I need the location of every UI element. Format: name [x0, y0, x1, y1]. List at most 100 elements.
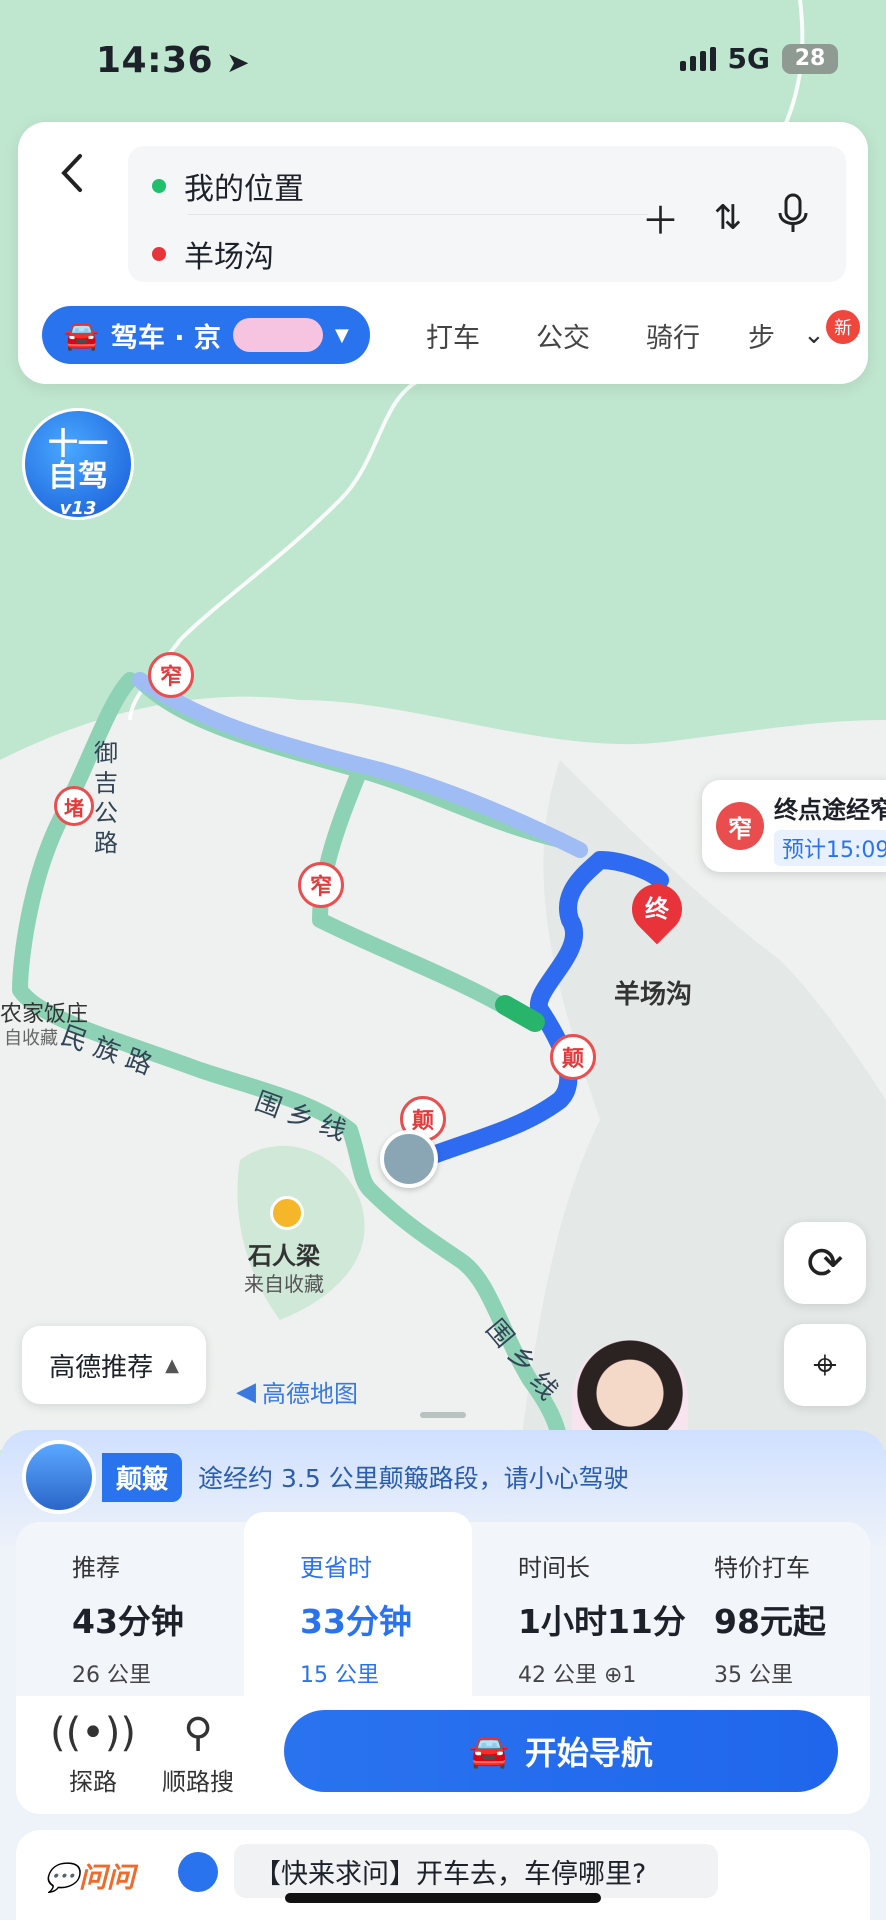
- narrow-road-pin[interactable]: 窄: [148, 652, 194, 698]
- origin-dot-icon: [152, 179, 166, 193]
- add-waypoint-button[interactable]: ＋: [641, 190, 679, 245]
- ask-question[interactable]: 【快来求问】开车去，车停哪里?: [234, 1844, 718, 1898]
- poi-restaurant-sub: 自收藏: [4, 1028, 58, 1049]
- destination-pin[interactable]: 终: [621, 873, 693, 945]
- location-arrow-icon: ➤: [226, 46, 251, 79]
- narrow-road-icon: 窄: [716, 802, 764, 850]
- route-duration: 33分钟: [300, 1602, 412, 1641]
- origin-text: 我的位置: [184, 172, 304, 207]
- route-duration: 98元起: [714, 1602, 826, 1641]
- destination-dot-icon: [152, 247, 166, 261]
- transport-mode-row: 🚘 驾车 · 京 ▼ 打车 公交 骑行 步 ⌄: [42, 306, 825, 364]
- alert-text: 途经约 3.5 公里颠簸路段，请小心驾驶: [198, 1464, 629, 1493]
- microphone-icon[interactable]: [776, 193, 810, 242]
- destination-label: 羊场沟: [614, 980, 693, 1010]
- amap-logo: ◀ 高德地图: [236, 1374, 358, 1409]
- road-alert[interactable]: 颠簸 途经约 3.5 公里颠簸路段，请小心驾驶: [22, 1440, 629, 1514]
- explore-label: 探路: [69, 1768, 117, 1796]
- dest-bubble-title: 终点途经窄: [774, 796, 886, 824]
- bot-avatar-icon: [178, 1852, 218, 1892]
- explore-button[interactable]: ((•)) 探路: [50, 1710, 136, 1797]
- dest-bubble-eta: 预计15:09: [774, 830, 886, 866]
- start-navigation-button[interactable]: 🚘 开始导航: [284, 1710, 838, 1792]
- address-divider: [188, 214, 648, 215]
- caret-up-icon: ▲: [165, 1354, 179, 1376]
- status-indicators: 5G 28: [679, 42, 838, 75]
- ask-brand-text: 问问: [78, 1861, 135, 1894]
- battery-icon: 28: [782, 43, 838, 74]
- locate-button[interactable]: ⌖: [784, 1324, 866, 1406]
- plate-blur: [232, 318, 323, 352]
- tab-taxi[interactable]: 打车: [426, 316, 480, 355]
- road-icon: [22, 1440, 96, 1514]
- signal-icon: [679, 46, 716, 71]
- promo-line1: 十一: [48, 427, 108, 462]
- ask-bar[interactable]: 💬问问 【快来求问】开车去，车停哪里?: [16, 1830, 870, 1920]
- route-options-card: 推荐 43分钟 26 公里 更省时 33分钟 15 公里 时间长 1小时11分 …: [16, 1512, 870, 1814]
- origin-field[interactable]: 我的位置: [152, 164, 304, 208]
- back-button[interactable]: [48, 148, 98, 198]
- route-preference-dropdown[interactable]: 高德推荐 ▲: [22, 1326, 206, 1404]
- poi-shirenliang-sub: 来自收藏: [244, 1272, 324, 1296]
- route-duration: 43分钟: [72, 1602, 184, 1641]
- alert-tag: 颠簸: [102, 1452, 183, 1502]
- self-drive-promo[interactable]: 十一 自驾 v13: [22, 408, 134, 520]
- swap-icon[interactable]: ⇅: [714, 198, 743, 238]
- route-distance: 35 公里: [714, 1663, 793, 1688]
- new-badge: 新: [826, 310, 860, 344]
- route-preference-label: 高德推荐: [49, 1352, 154, 1383]
- star-icon: [270, 1196, 304, 1230]
- route-distance: 26 公里: [72, 1663, 151, 1688]
- route-search-card: 我的位置 羊场沟 ＋ ⇅ 🚘 驾车 · 京 ▼ 打车 公交 骑行 步 ⌄ 新: [18, 122, 868, 384]
- tab-walk[interactable]: 步: [748, 316, 775, 355]
- car-icon: 🚘: [469, 1732, 509, 1770]
- destination-text: 羊场沟: [184, 240, 274, 275]
- route-label: 时间长: [518, 1554, 590, 1582]
- destination-info-bubble[interactable]: 窄 终点途经窄 预计15:09: [702, 780, 886, 872]
- address-actions: ＋ ⇅: [641, 190, 810, 245]
- home-indicator[interactable]: [285, 1893, 601, 1903]
- tab-bus[interactable]: 公交: [536, 316, 590, 355]
- status-time: 14:36 ➤: [96, 40, 250, 81]
- destination-field[interactable]: 羊场沟: [152, 232, 274, 276]
- battery-level: 28: [794, 46, 826, 71]
- route-label: 推荐: [72, 1554, 120, 1582]
- chevron-left-icon: [61, 154, 82, 192]
- refresh-route-button[interactable]: ⟳: [784, 1222, 866, 1304]
- bumpy-road-pin[interactable]: 颠: [550, 1034, 596, 1080]
- ask-brand: 💬问问: [44, 1861, 135, 1894]
- sheet-drag-handle[interactable]: [420, 1412, 466, 1418]
- along-search-button[interactable]: ⚲ 顺路搜: [162, 1710, 234, 1797]
- route-distance: 15 公里: [300, 1663, 379, 1688]
- amap-logo-text: 高德地图: [262, 1380, 358, 1408]
- broadcast-icon: ((•)): [50, 1710, 137, 1756]
- amap-logo-icon: ◀: [236, 1376, 256, 1407]
- narrow-road-pin-2[interactable]: 窄: [298, 862, 344, 908]
- more-modes-chevron-icon[interactable]: ⌄: [803, 320, 825, 350]
- car-icon: 🚘: [64, 318, 99, 352]
- tab-drive-label: 驾车 · 京: [110, 322, 221, 354]
- search-icon: ⚲: [183, 1710, 213, 1756]
- along-search-label: 顺路搜: [162, 1768, 234, 1796]
- tab-cycle[interactable]: 骑行: [646, 316, 700, 355]
- promo-version: v13: [59, 498, 97, 519]
- route-label: 特价打车: [714, 1554, 810, 1582]
- road-label-yuxin: 御 吉 公 路: [94, 739, 118, 857]
- refresh-icon: ⟳: [806, 1237, 844, 1289]
- route-option-recommended[interactable]: 推荐 43分钟 26 公里: [16, 1522, 230, 1696]
- route-option-long[interactable]: 时间长 1小时11分 42 公里 ⊕1: [452, 1522, 686, 1696]
- user-location-avatar[interactable]: [380, 1130, 438, 1188]
- start-navigation-label: 开始导航: [524, 1734, 653, 1772]
- route-option-taxi[interactable]: 特价打车 98元起 35 公里: [656, 1522, 870, 1696]
- congestion-pin[interactable]: 堵: [54, 786, 94, 826]
- route-label: 更省时: [300, 1554, 372, 1582]
- route-distance: 42 公里 ⊕1: [518, 1663, 637, 1688]
- status-time-text: 14:36: [96, 40, 214, 81]
- poi-shirenliang[interactable]: 石人梁: [248, 1236, 320, 1271]
- promo-line2: 自驾: [48, 459, 108, 494]
- tab-drive[interactable]: 🚘 驾车 · 京 ▼: [42, 306, 370, 364]
- locate-icon: ⌖: [813, 1340, 837, 1389]
- route-option-faster[interactable]: 更省时 33分钟 15 公里: [244, 1522, 458, 1696]
- network-label: 5G: [727, 42, 770, 75]
- caret-down-icon: ▼: [334, 324, 349, 346]
